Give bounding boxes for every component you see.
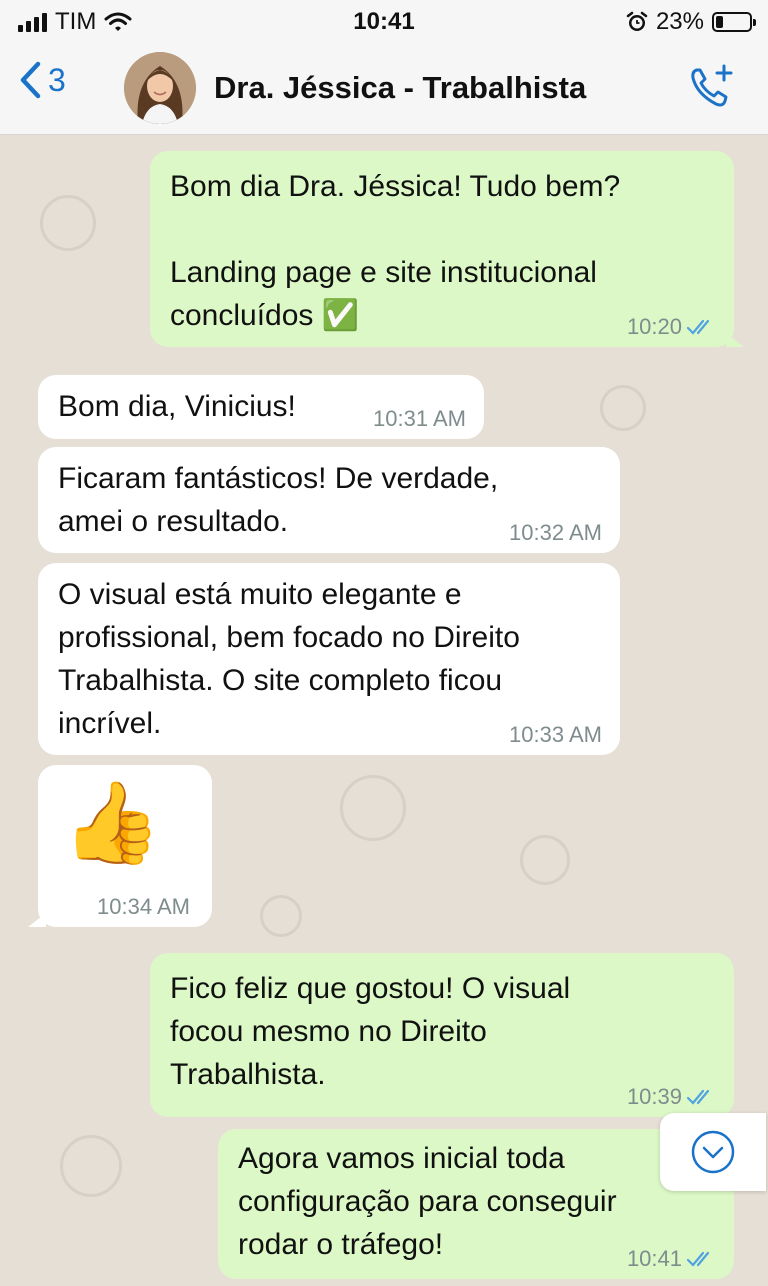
chat-header: 3 Dra. Jéssica - Trabalhista [0,46,768,135]
incoming-message[interactable]: 👍 10:34 AM [28,765,212,927]
incoming-message[interactable]: O visual está muito elegante e profissio… [38,563,620,755]
scroll-down-button[interactable] [660,1113,766,1191]
message-meta: 10:33 AM [509,723,602,747]
message-time: 10:41 [626,1246,682,1271]
wallpaper-doodle [340,775,406,841]
bubble-tail [28,913,46,927]
incoming-message[interactable]: Bom dia, Vinicius! 10:31 AM [38,375,484,439]
read-receipt-icon [686,1089,710,1105]
message-text: Bom dia Dra. Jéssica! Tudo bem? Landing … [170,170,621,332]
outgoing-message[interactable]: Fico feliz que gostou! O visual focou me… [150,953,734,1117]
back-chevron-icon [20,61,41,99]
message-meta: 10:20 [627,315,716,339]
wallpaper-doodle [260,895,302,937]
message-time: 10:33 AM [509,722,602,747]
contact-name[interactable]: Dra. Jéssica - Trabalhista [214,70,586,106]
outgoing-message[interactable]: Agora vamos inicial toda configuração pa… [218,1129,734,1279]
battery-percent: 23% [655,8,704,35]
message-meta: 10:39 [627,1085,716,1109]
status-bar: TIM 10:41 23% [0,0,768,46]
wallpaper-doodle [60,1135,122,1197]
message-meta: 10:32 AM [509,521,602,545]
wallpaper-doodle [520,835,570,885]
message-text: O visual está muito elegante e profissio… [58,578,520,740]
thumbs-up-emoji: 👍 [62,778,162,867]
avatar[interactable] [124,52,196,124]
read-receipt-icon [686,1251,710,1267]
bubble-tail [726,333,744,347]
message-time: 10:31 AM [373,406,466,431]
message-time: 10:39 [626,1084,682,1109]
message-time: 10:20 [626,314,682,339]
battery-fill [716,16,723,28]
incoming-message[interactable]: Ficaram fantásticos! De verdade, amei o … [38,447,620,553]
wallpaper-doodle [600,385,646,431]
avatar-image [124,52,196,124]
message-text: Fico feliz que gostou! O visual focou me… [170,972,571,1091]
message-meta: 10:31 AM [373,407,466,431]
message-time: 10:32 AM [509,520,602,545]
message-time: 10:34 AM [97,894,190,919]
status-right: 23% [626,8,756,36]
outgoing-message[interactable]: Bom dia Dra. Jéssica! Tudo bem? Landing … [150,151,744,347]
message-meta: 10:41 [627,1247,716,1271]
chat-area[interactable]: Bom dia Dra. Jéssica! Tudo bem? Landing … [0,135,768,1286]
wallpaper-doodle [40,195,96,251]
read-receipt-icon [686,319,710,335]
back-button[interactable]: 3 [18,60,66,100]
add-call-icon[interactable] [688,64,734,110]
back-count: 3 [48,61,66,98]
battery-icon [712,12,756,32]
alarm-icon [626,11,648,31]
message-meta: 10:34 AM [97,895,190,919]
scroll-down-icon [691,1130,735,1174]
